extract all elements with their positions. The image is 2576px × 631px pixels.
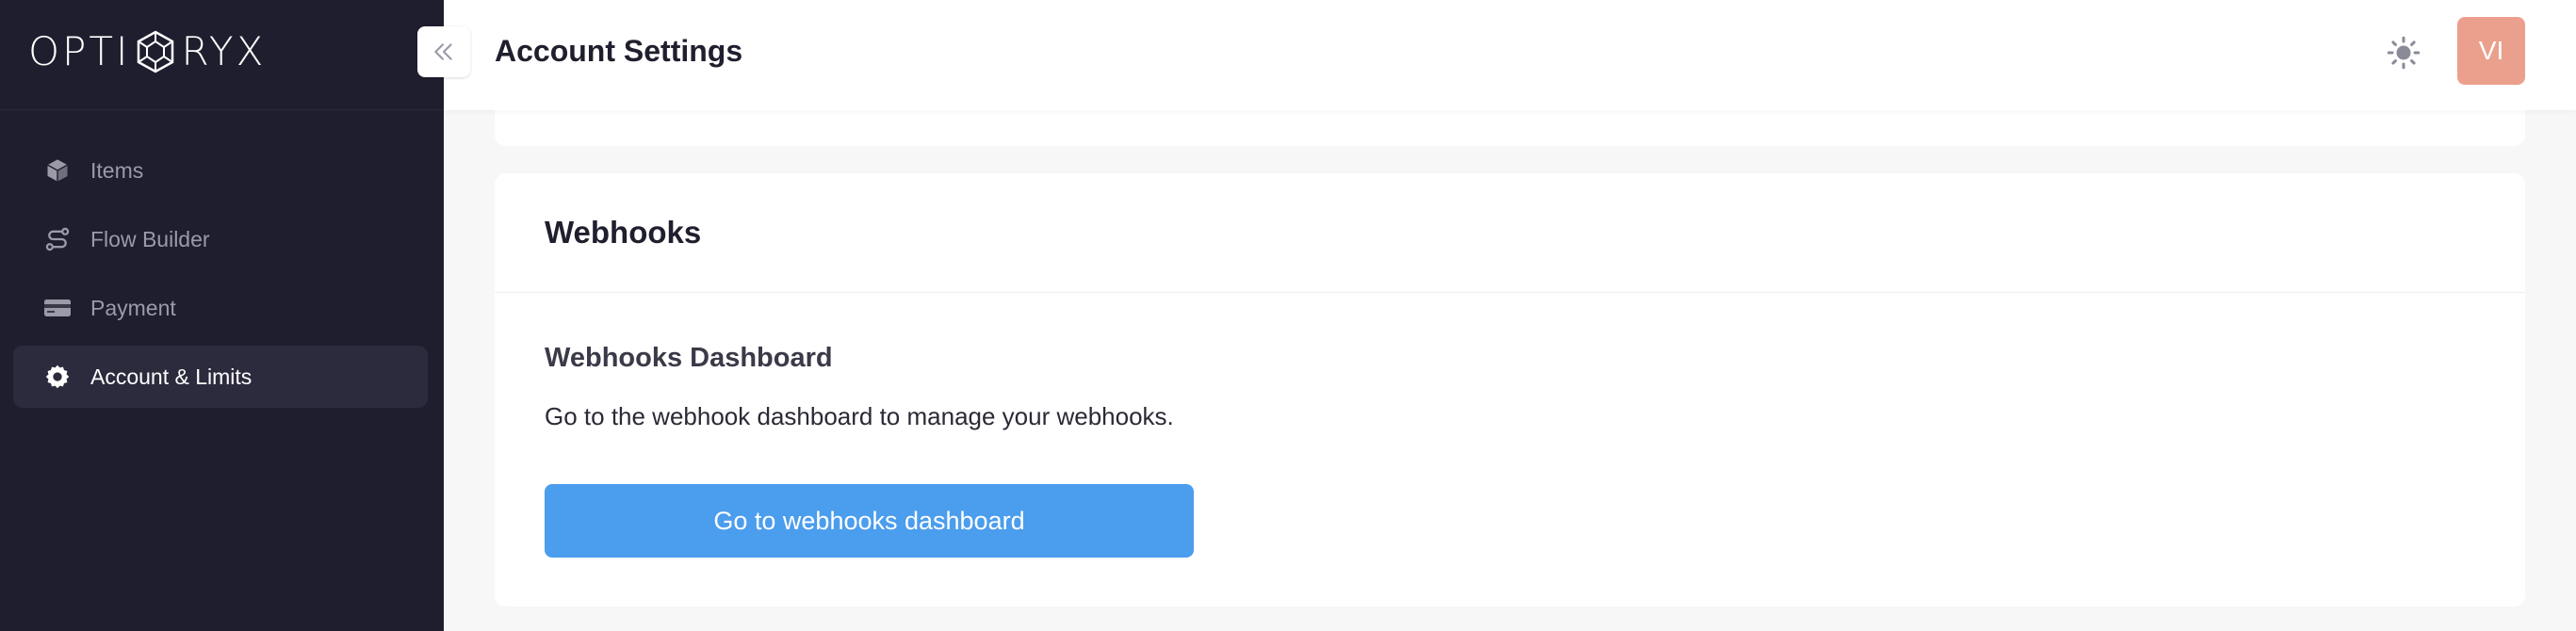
collapse-sidebar-button[interactable]: [417, 26, 470, 77]
page-title: Account Settings: [495, 34, 743, 68]
card-header: Webhooks: [495, 173, 2525, 293]
card-title: Webhooks: [545, 215, 702, 250]
go-to-webhooks-dashboard-button[interactable]: Go to webhooks dashboard: [545, 484, 1194, 558]
sidebar-item-label: Payment: [90, 295, 176, 320]
credit-card-icon: [43, 294, 72, 322]
logo-text-left: OPTI: [28, 28, 131, 74]
webhooks-card: Webhooks Webhooks Dashboard Go to the we…: [495, 173, 2525, 607]
sidebar: OPTI RYX Items Flow Builder Payment Acco…: [0, 0, 444, 631]
user-avatar[interactable]: VI: [2457, 17, 2525, 85]
sidebar-item-account-limits[interactable]: Account & Limits: [13, 346, 428, 408]
gear-icon: [43, 363, 72, 391]
logo-text-right: RYX: [181, 28, 267, 74]
cube-icon: [43, 156, 72, 185]
theme-toggle-button[interactable]: [2383, 32, 2424, 73]
sidebar-nav: Items Flow Builder Payment Account & Lim…: [13, 139, 428, 414]
section-title: Webhooks Dashboard: [545, 343, 833, 373]
logo[interactable]: OPTI RYX: [28, 28, 266, 75]
sidebar-item-label: Flow Builder: [90, 226, 210, 251]
logo-mark-icon: [138, 30, 174, 73]
logo-area: OPTI RYX: [0, 0, 444, 110]
route-icon: [43, 225, 72, 253]
chevrons-left-icon: [434, 43, 452, 60]
section-description: Go to the webhook dashboard to manage yo…: [545, 402, 1174, 430]
sun-icon: [2387, 36, 2421, 70]
sidebar-item-label: Account & Limits: [90, 364, 253, 389]
sidebar-item-items[interactable]: Items: [13, 139, 428, 202]
sidebar-item-flow-builder[interactable]: Flow Builder: [13, 208, 428, 270]
sidebar-item-payment[interactable]: Payment: [13, 277, 428, 339]
top-header: Account Settings VI: [444, 0, 2576, 110]
sidebar-item-label: Items: [90, 157, 144, 183]
